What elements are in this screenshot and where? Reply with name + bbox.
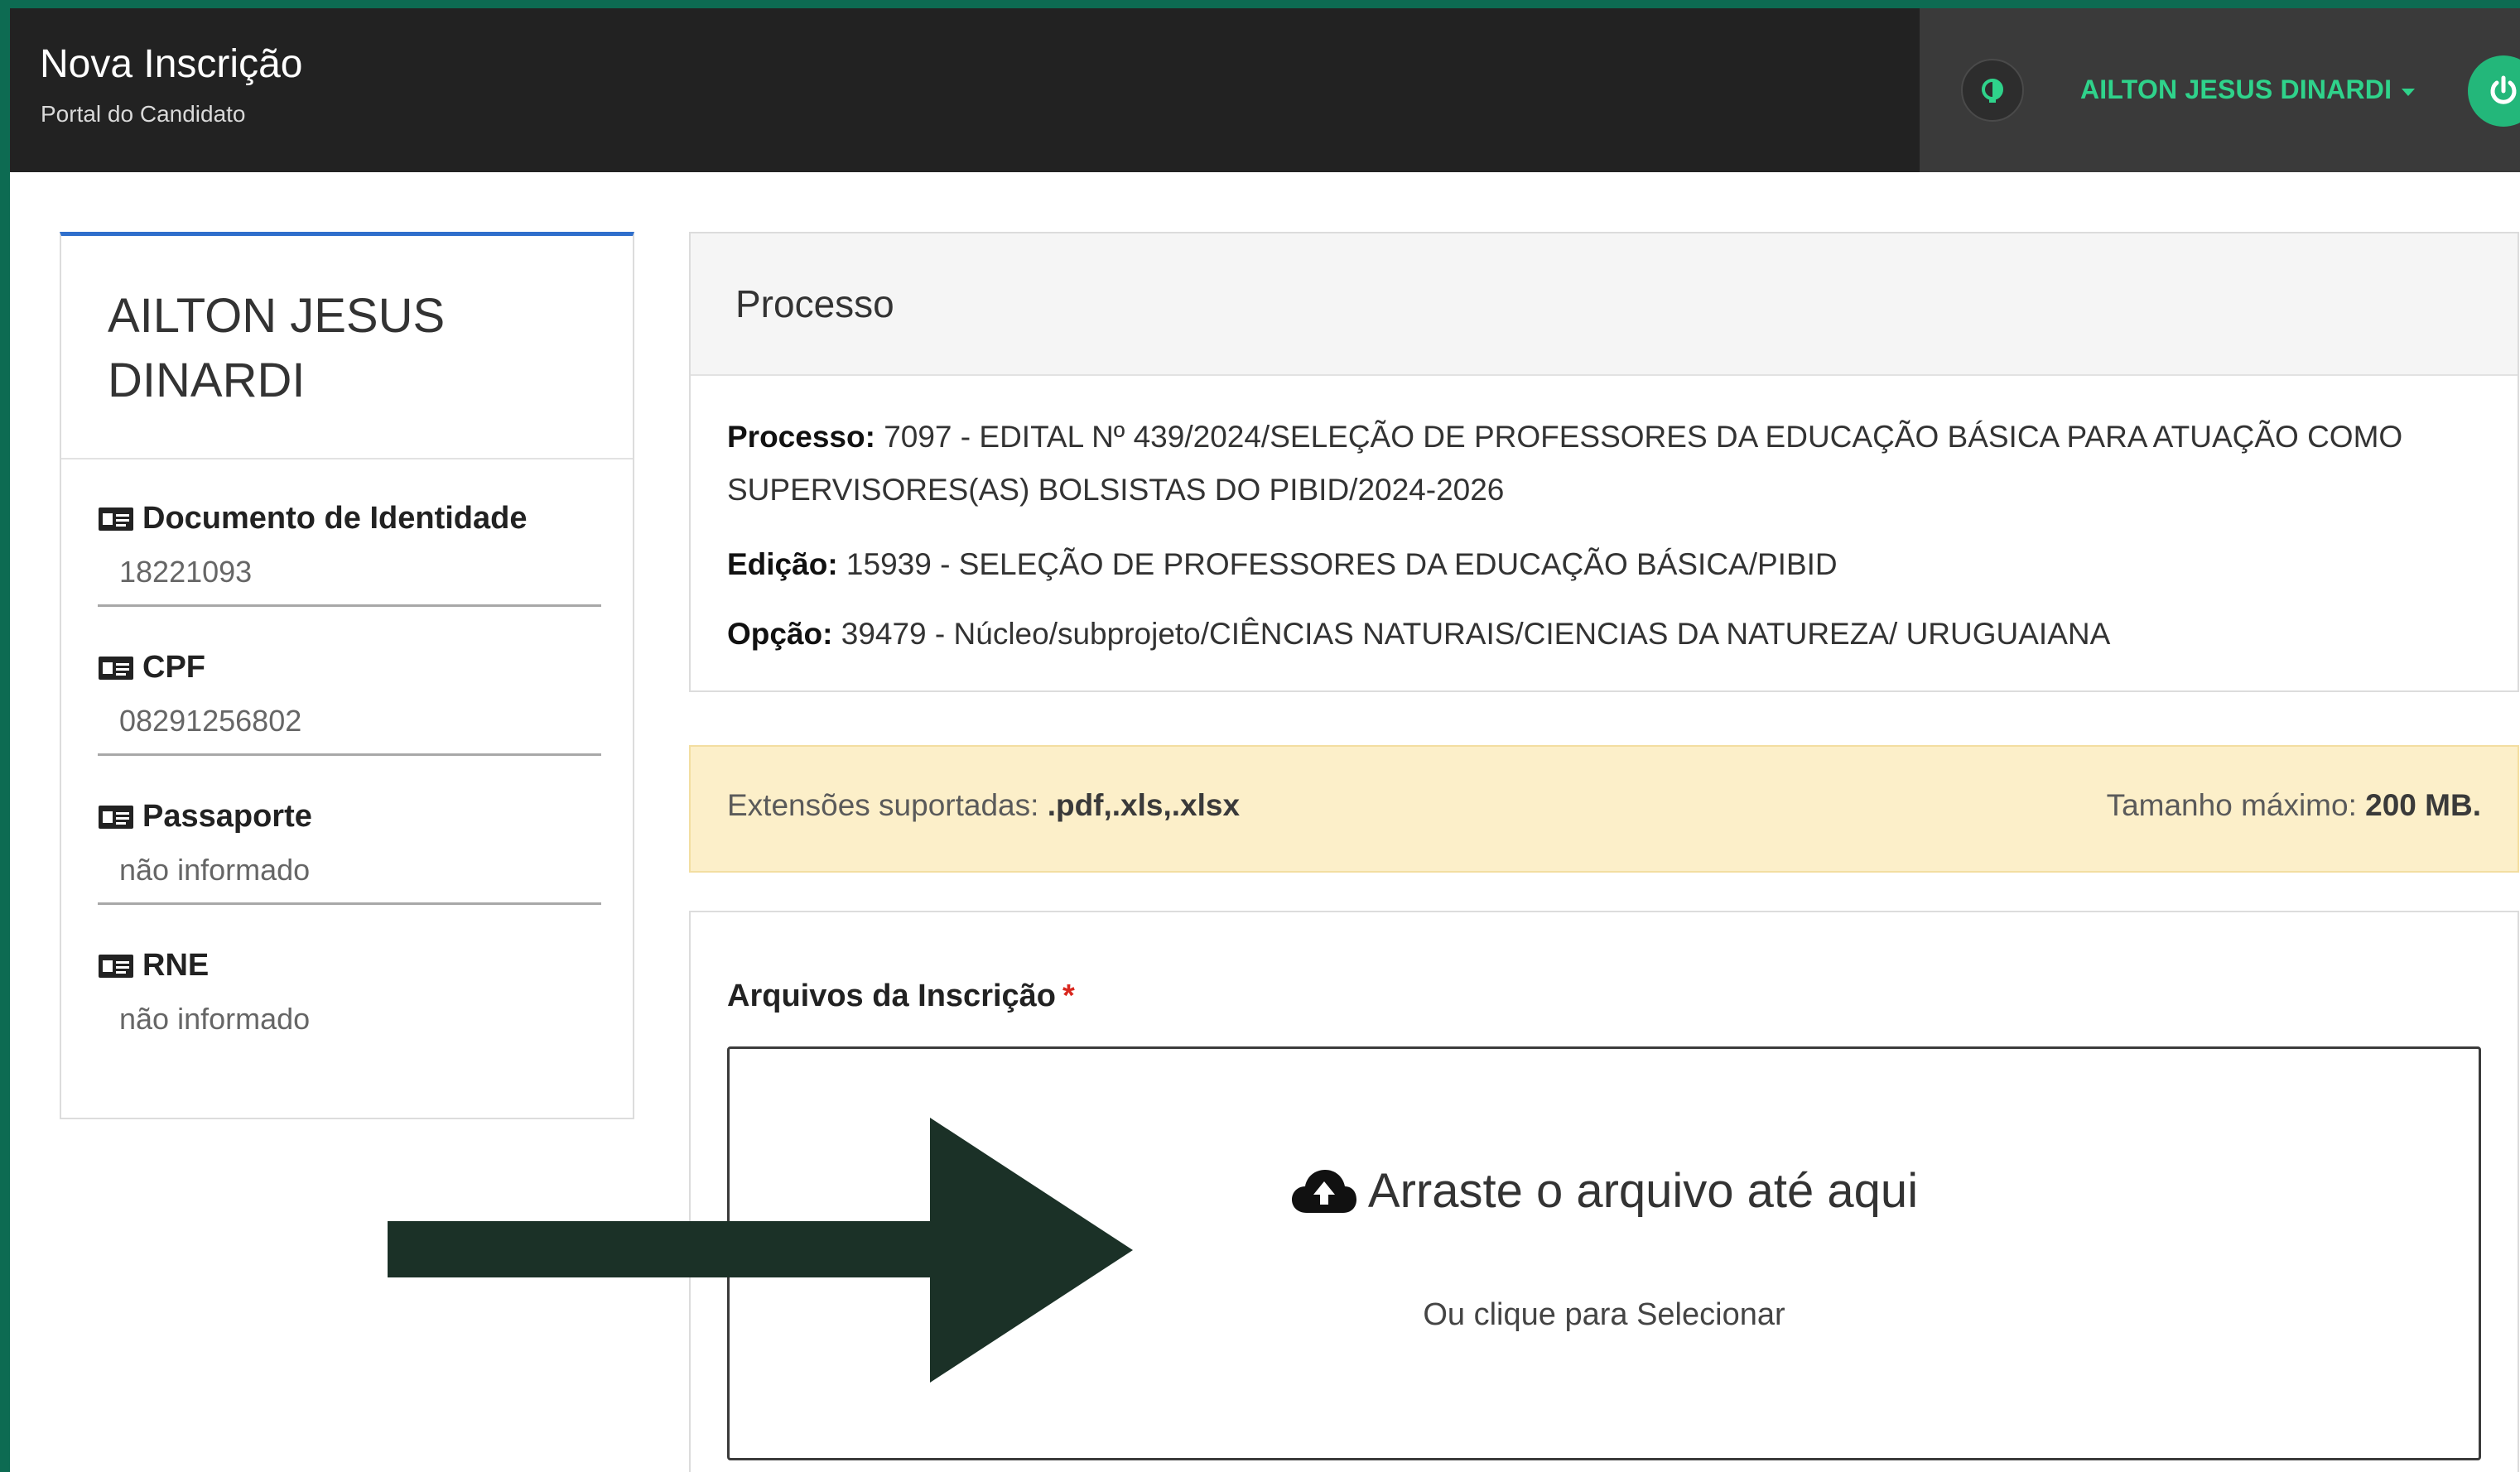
field-rne: RNE não informado [98,948,601,1037]
user-menu-dropdown[interactable]: AILTON JESUS DINARDI [2080,75,2416,105]
app-frame: Nova Inscrição Portal do Candidato AILTO… [10,8,2520,1472]
id-card-icon [99,507,133,531]
divider [61,458,633,459]
extensions-label: Extensões suportadas: [727,788,1039,822]
files-title-label: Arquivos da Inscrição [727,979,1057,1013]
field-cpf: CPF 08291256802 [98,650,601,756]
field-label: CPF [142,650,205,685]
processo-heading: Processo [691,233,2518,376]
page-subtitle: Portal do Candidato [41,101,246,127]
cloud-upload-icon [1291,1169,1356,1213]
required-marker: * [1062,979,1075,1013]
edicao-label: Edição: [727,547,838,581]
field-value: 18221093 [119,555,253,589]
extensions-value: .pdf,.xls,.xlsx [1047,788,1241,822]
processo-value: 7097 - EDITAL Nº 439/2024/SELEÇÃO DE PRO… [727,420,2403,507]
field-value: 08291256802 [119,704,302,738]
opcao-label: Opção: [727,617,833,651]
field-label: RNE [142,948,210,983]
max-file-size: Tamanho máximo: 200 MB. [2107,788,2481,823]
upload-info-alert: Extensões suportadas: .pdf,.xls,.xlsx Ta… [689,745,2519,873]
field-value: não informado [119,853,311,887]
arrow-right-icon [388,1118,1133,1383]
theme-toggle-button[interactable] [1961,59,2024,122]
field-identity-document: Documento de Identidade 18221093 [98,501,601,607]
theme-toggle-icon [1982,79,2003,103]
field-label: Passaporte [142,799,312,834]
files-title: Arquivos da Inscrição * [727,979,1075,1014]
top-navbar: Nova Inscrição Portal do Candidato AILTO… [10,8,2520,172]
field-value: não informado [119,1002,311,1036]
field-passport: Passaporte não informado [98,799,601,905]
field-underline [98,604,601,607]
opcao-line: Opção: 39479 - Núcleo/subprojeto/CIÊNCIA… [727,608,2483,661]
supported-extensions: Extensões suportadas: .pdf,.xls,.xlsx [727,788,1240,823]
page-title: Nova Inscrição [40,42,303,86]
opcao-value: 39479 - Núcleo/subprojeto/CIÊNCIAS NATUR… [841,617,2111,651]
field-underline [98,753,601,756]
processo-line: Processo: 7097 - EDITAL Nº 439/2024/SELE… [727,411,2483,517]
id-card-icon [99,805,133,829]
chevron-down-icon [2402,89,2416,96]
edicao-line: Edição: 15939 - SELEÇÃO DE PROFESSORES D… [727,538,2483,591]
max-size-label: Tamanho máximo: [2106,788,2357,822]
id-card-icon [99,656,133,680]
power-icon [2490,75,2517,104]
id-card-icon [99,954,133,978]
processo-card: Processo Processo: 7097 - EDITAL Nº 439/… [689,232,2519,692]
edicao-value: 15939 - SELEÇÃO DE PROFESSORES DA EDUCAÇ… [846,547,1838,581]
processo-label: Processo: [727,420,875,454]
candidate-name: AILTON JESUS DINARDI [108,289,446,407]
max-size-value: 200 MB. [2365,788,2481,822]
candidate-profile-card: AILTON JESUS DINARDI Documento de Identi… [60,232,634,1119]
dropzone-text: Arraste o arquivo até aqui [1367,1164,1919,1218]
field-underline [98,902,601,905]
field-label: Documento de Identidade [142,501,528,536]
user-menu-label: AILTON JESUS DINARDI [2080,75,2392,104]
